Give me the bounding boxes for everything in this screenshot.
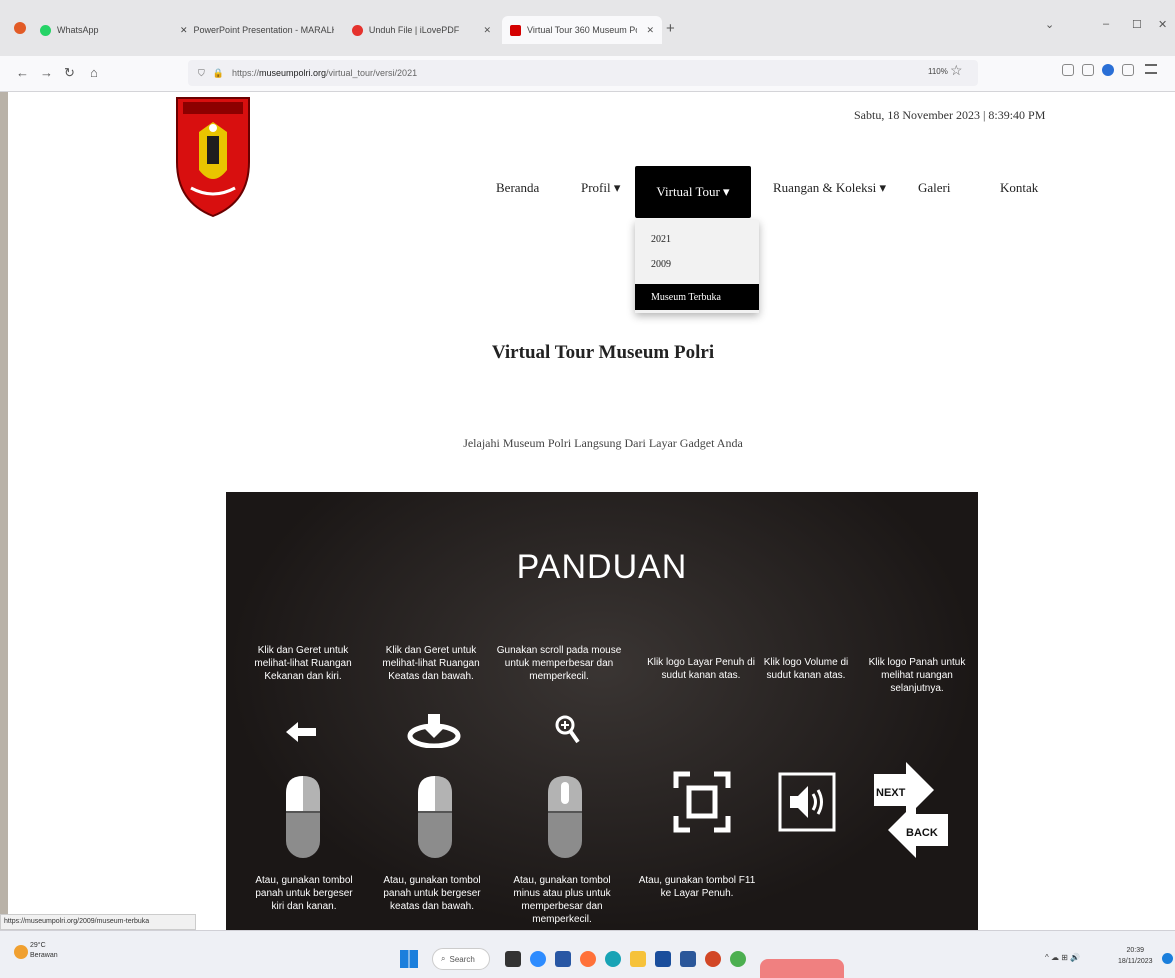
fullscreen-icon (673, 771, 731, 833)
word-icon[interactable] (680, 951, 696, 967)
powerpoint-icon[interactable] (705, 951, 721, 967)
notification-badge-icon[interactable] (1162, 953, 1173, 964)
tab-whatsapp[interactable]: WhatsApp (32, 16, 160, 44)
menu-galeri[interactable]: Galeri (918, 180, 950, 196)
task-view-icon[interactable] (505, 951, 521, 967)
tab-ilovepdf[interactable]: Unduh File | iLovePDF ✕ (344, 16, 499, 44)
minimize-button[interactable]: – (1103, 18, 1109, 30)
next-label: NEXT (876, 787, 906, 799)
tab-close-icon[interactable]: ✕ (646, 25, 654, 36)
firefox-view-icon[interactable] (14, 22, 26, 34)
status-bar-url: https://museumpolri.org/2009/museum-terb… (0, 914, 196, 930)
tab-close-icon[interactable]: ✕ (180, 25, 188, 36)
taskbar-search[interactable]: ⌕ Search (432, 948, 490, 970)
guide-title: PANDUAN (516, 548, 688, 586)
next-back-arrows-icon: NEXT BACK (874, 762, 948, 858)
guide-alt-instruction: Atau, gunakan tombol panah untuk bergese… (383, 875, 481, 912)
pocket-icon[interactable] (1062, 64, 1074, 76)
file-explorer-icon[interactable] (630, 951, 646, 967)
chrome-icon[interactable] (730, 951, 746, 967)
store-icon[interactable] (655, 951, 671, 967)
active-app-highlight (760, 959, 844, 978)
museum-favicon-icon (510, 24, 521, 36)
new-tab-button[interactable]: + (666, 20, 675, 37)
address-bar[interactable]: ⛉ 🔒 https://museumpolri.org/virtual_tour… (188, 60, 978, 86)
guide-alt-instruction: Atau, gunakan tombol minus atau plus unt… (513, 875, 611, 925)
windows-start-icon[interactable] (400, 950, 418, 968)
guide-instruction: Klik dan Geret untuk melihat-lihat Ruang… (254, 645, 352, 682)
menu-profil[interactable]: Profil ▾ (581, 180, 620, 196)
tab-powerpoint[interactable]: ✕ PowerPoint Presentation - MARALK (172, 16, 342, 44)
share-icon[interactable] (1122, 64, 1134, 76)
guide-alt-instruction: Atau, gunakan tombol F11 ke Layar Penuh. (638, 875, 756, 899)
reload-icon[interactable]: ↻ (64, 65, 75, 81)
forward-icon[interactable]: → (40, 65, 53, 80)
menu-beranda[interactable]: Beranda (496, 180, 539, 196)
search-icon: ⌕ (441, 954, 446, 963)
shield-icon[interactable]: ⛉ (198, 68, 205, 79)
bookmark-star-icon[interactable]: ☆ (950, 62, 963, 79)
url-text: https://museumpolri.org/virtual_tour/ver… (231, 68, 418, 78)
virtual-tour-dropdown: 2021 2009 Museum Terbuka (635, 220, 759, 313)
tab-label: Virtual Tour 360 Museum Polri (527, 25, 637, 35)
guide-alt-instruction: Atau, gunakan tombol panah untuk bergese… (255, 875, 353, 912)
close-window-button[interactable]: ✕ (1158, 18, 1167, 31)
guide-panel: PANDUAN Klik dan Geret untuk melihat-lih… (226, 492, 978, 930)
system-tray[interactable]: ^ ☁ ⊞ 🔊 (1045, 953, 1080, 962)
menu-virtual-tour[interactable]: Virtual Tour ▾ (635, 166, 751, 218)
tab-label: WhatsApp (57, 25, 99, 35)
dropdown-item-2009[interactable]: 2009 (651, 259, 671, 270)
mouse-left-click-icon (286, 776, 320, 858)
extension-icon[interactable] (1102, 64, 1114, 76)
back-icon[interactable]: ← (16, 65, 29, 80)
zoom-icon (555, 715, 580, 744)
guide-instruction: Gunakan scroll pada mouse untuk memperbe… (496, 645, 622, 682)
maximize-button[interactable]: ☐ (1132, 18, 1142, 31)
edge-icon[interactable] (605, 951, 621, 967)
guide-instruction: Klik logo Panah untuk melihat ruangan se… (868, 657, 966, 694)
date-time: Sabtu, 18 November 2023 | 8:39:40 PM (854, 108, 1046, 122)
clock[interactable]: 20:39 18/11/2023 (1118, 945, 1153, 967)
whatsapp-icon (40, 24, 51, 36)
weather-widget[interactable]: 29°C Berawan (30, 941, 58, 961)
guide-instruction: Klik dan Geret untuk melihat-lihat Ruang… (382, 645, 480, 682)
arrow-left-icon (286, 722, 316, 742)
page-subtitle: Jelajahi Museum Polri Langsung Dari Laya… (463, 436, 743, 450)
tab-label: PowerPoint Presentation - MARALK (193, 25, 334, 35)
page-title: Virtual Tour Museum Polri (491, 342, 715, 363)
menu-kontak[interactable]: Kontak (1000, 180, 1038, 196)
firefox-icon[interactable] (580, 951, 596, 967)
polri-logo (176, 97, 250, 218)
mouse-left-click-icon (418, 776, 452, 858)
taskbar: 29°C Berawan ⌕ Search ^ ☁ ⊞ 🔊 20:39 18/1… (0, 930, 1175, 978)
web-page: Sabtu, 18 November 2023 | 8:39:40 PM Ber… (8, 92, 1175, 930)
rotate-down-icon (407, 714, 461, 748)
back-label: BACK (906, 827, 938, 839)
download-icon[interactable] (1082, 64, 1094, 76)
list-tabs-icon[interactable]: ⌄ (1045, 18, 1054, 31)
mouse-scroll-icon (548, 776, 582, 858)
guide-instruction: Klik logo Layar Penuh di sudut kanan ata… (647, 657, 755, 681)
guide-instruction: Klik logo Volume di sudut kanan atas. (763, 657, 849, 681)
tab-close-icon[interactable]: ✕ (483, 25, 491, 36)
zoom-level[interactable]: 110% (928, 67, 948, 76)
app-icon[interactable] (555, 951, 571, 967)
tab-virtual-tour[interactable]: Virtual Tour 360 Museum Polri ✕ (502, 16, 662, 44)
ilovepdf-icon (352, 24, 363, 36)
tab-label: Unduh File | iLovePDF (368, 25, 460, 35)
menu-ruangan-koleksi[interactable]: Ruangan & Koleksi ▾ (773, 180, 886, 196)
home-icon[interactable]: ⌂ (90, 65, 98, 80)
menu-icon[interactable] (1145, 64, 1157, 74)
browser-tab-strip: WhatsApp ✕ PowerPoint Presentation - MAR… (0, 0, 1175, 56)
dropdown-item-museum-terbuka[interactable]: Museum Terbuka (635, 284, 759, 310)
dropdown-item-2021[interactable]: 2021 (651, 234, 671, 245)
volume-icon (778, 772, 836, 832)
weather-icon[interactable] (14, 945, 28, 959)
lock-icon[interactable]: 🔒 (213, 68, 224, 79)
zoom-app-icon[interactable] (530, 951, 546, 967)
